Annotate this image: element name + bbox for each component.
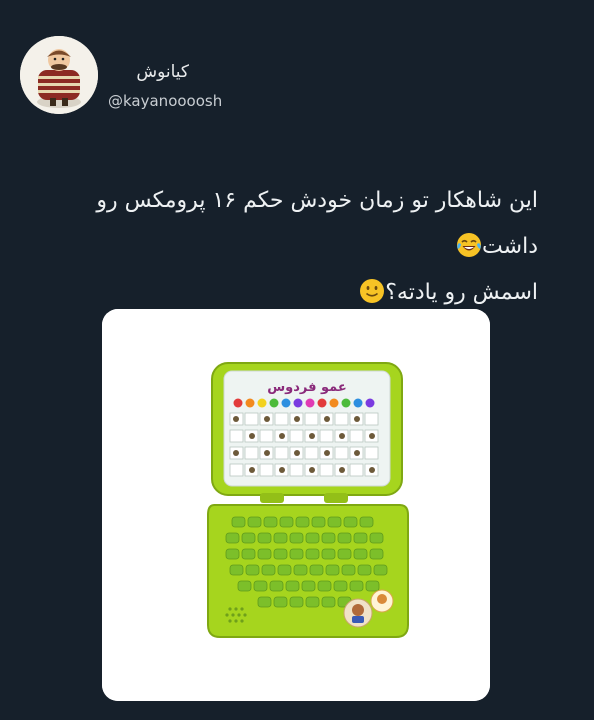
- green-toy-laptop-image: عمو فردوس: [102, 309, 490, 701]
- display-name[interactable]: کیانوش: [131, 62, 189, 82]
- face-with-tears-of-joy-emoji: [456, 232, 482, 258]
- tweet-media-image[interactable]: عمو فردوس: [102, 309, 490, 701]
- tweet-text-line-3-text: اسمش رو یادته؟: [385, 280, 538, 305]
- toy-screen-title: عمو فردوس: [267, 380, 347, 395]
- tweet-header: کیانوش @kayanoooosh: [20, 32, 580, 122]
- tweet-text: این شاهکار تو زمان خودش حکم ۱۶ پرومکس رو…: [38, 178, 538, 316]
- avatar-illustration: [20, 36, 98, 114]
- tweet-text-line-2-text: داشت: [482, 234, 538, 259]
- tweet-text-line-1: این شاهکار تو زمان خودش حکم ۱۶ پرومکس رو: [96, 188, 538, 213]
- user-handle[interactable]: @kayanoooosh: [108, 92, 222, 110]
- avatar[interactable]: [20, 36, 98, 114]
- slightly-smiling-face-emoji: [359, 278, 385, 304]
- tweet-text-line-2: داشت: [38, 224, 538, 270]
